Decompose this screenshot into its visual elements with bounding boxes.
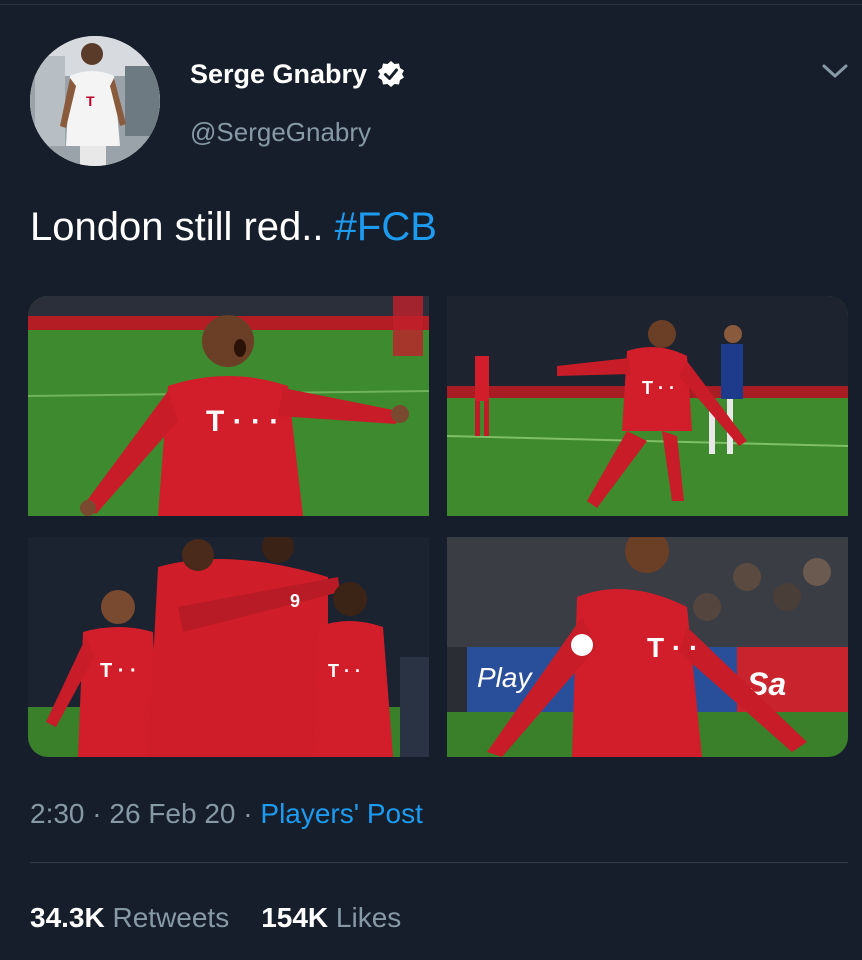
media-grid: T · · · T · · T · · 9 T · · Play Sa T · … xyxy=(28,296,848,757)
chevron-down-icon[interactable] xyxy=(820,60,850,82)
svg-text:T: T xyxy=(86,93,95,109)
tweet-date[interactable]: 26 Feb 20 xyxy=(109,798,235,829)
tweet-body: London still red.. xyxy=(30,205,335,249)
likes-stat[interactable]: 154K Likes xyxy=(261,902,401,933)
closeup-photo-icon: Play Sa T · · xyxy=(447,537,848,757)
photo-2[interactable]: T · · xyxy=(447,296,848,516)
display-name[interactable]: Serge Gnabry xyxy=(190,59,367,90)
user-handle[interactable]: @SergeGnabry xyxy=(190,117,371,148)
svg-text:T · ·: T · · xyxy=(100,660,137,682)
tweet-text: London still red.. #FCB xyxy=(30,205,437,250)
team-hug-photo-icon: T · · 9 T · · xyxy=(28,537,429,757)
likes-label: Likes xyxy=(328,902,402,933)
svg-text:Play: Play xyxy=(477,662,533,693)
profile-photo-icon: T xyxy=(30,36,160,166)
svg-text:T · ·: T · · xyxy=(328,661,361,681)
tweet-stats: 34.3K Retweets 154K Likes xyxy=(30,902,401,934)
meta-separator: · xyxy=(235,798,261,829)
photo-3[interactable]: T · · 9 T · · xyxy=(28,537,429,757)
retweets-stat[interactable]: 34.3K Retweets xyxy=(30,902,229,933)
svg-text:T · · ·: T · · · xyxy=(206,405,279,438)
stats-divider xyxy=(30,862,848,863)
tweet-source-link[interactable]: Players' Post xyxy=(260,798,423,829)
celebration-photo-icon: T · · · xyxy=(28,296,429,516)
tweet-time[interactable]: 2:30 xyxy=(30,798,85,829)
top-divider xyxy=(0,4,862,5)
meta-separator: · xyxy=(84,798,110,829)
retweets-label: Retweets xyxy=(104,902,230,933)
photo-4[interactable]: Play Sa T · · xyxy=(447,537,848,757)
hashtag-link[interactable]: #FCB xyxy=(335,205,437,249)
name-row: Serge Gnabry xyxy=(190,58,405,90)
photo-1[interactable]: T · · · xyxy=(28,296,429,516)
svg-text:T · ·: T · · xyxy=(642,378,675,398)
likes-count: 154K xyxy=(261,902,329,933)
tweet-meta: 2:30 · 26 Feb 20 · Players' Post xyxy=(30,798,423,830)
verified-badge-icon xyxy=(378,61,405,87)
retweets-count: 34.3K xyxy=(30,902,105,933)
svg-text:9: 9 xyxy=(290,591,300,611)
avatar[interactable]: T xyxy=(30,36,160,166)
running-photo-icon: T · · xyxy=(447,296,848,516)
svg-text:T · ·: T · · xyxy=(647,632,698,663)
